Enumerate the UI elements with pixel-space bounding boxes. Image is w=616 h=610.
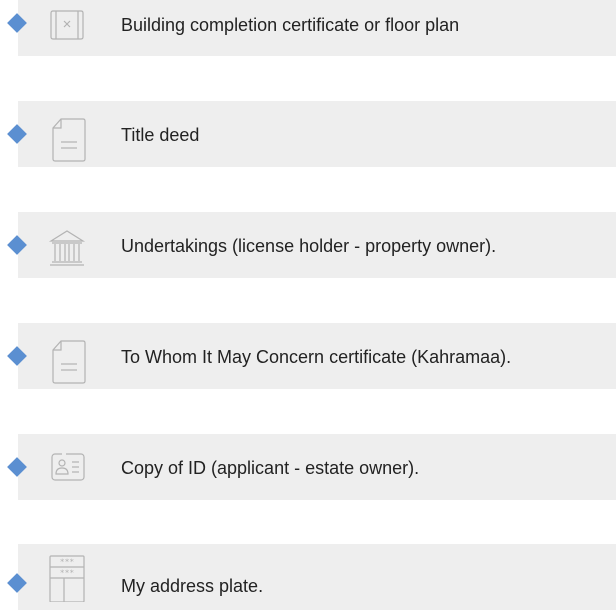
document-icon <box>47 118 87 162</box>
list-item-to-whom-it-may-concern[interactable]: To Whom It May Concern certificate (Kahr… <box>7 323 616 389</box>
svg-text:***: *** <box>60 558 75 567</box>
document-label: Title deed <box>121 125 200 145</box>
list-item-title-deed[interactable]: Title deed <box>7 101 616 167</box>
required-documents-list: Building completion certificate or floor… <box>0 0 616 610</box>
bank-building-icon <box>47 229 87 269</box>
list-item-undertakings[interactable]: Undertakings (license holder - property … <box>7 212 616 278</box>
document-label: Undertakings (license holder - property … <box>121 236 497 256</box>
list-item-copy-of-id[interactable]: Copy of ID (applicant - estate owner). <box>7 434 616 500</box>
document-label: Copy of ID (applicant - estate owner). <box>121 458 420 478</box>
address-plate-icon: *** *** <box>47 554 87 602</box>
id-card-icon <box>47 451 87 491</box>
list-item-address-plate[interactable]: *** *** My address plate. <box>7 544 616 610</box>
list-item-building-completion[interactable]: Building completion certificate or floor… <box>7 0 616 56</box>
document-label: Building completion certificate or floor… <box>121 15 460 35</box>
bullet-diamond-icon <box>7 573 27 593</box>
bullet-diamond-icon <box>7 235 27 255</box>
document-label: My address plate. <box>121 576 264 596</box>
bullet-diamond-icon <box>7 457 27 477</box>
document-label: To Whom It May Concern certificate (Kahr… <box>121 347 512 367</box>
svg-text:***: *** <box>60 569 75 578</box>
document-icon <box>47 340 87 384</box>
bullet-diamond-icon <box>7 124 27 144</box>
bullet-diamond-icon <box>7 13 27 33</box>
floor-plan-icon <box>47 10 87 50</box>
bullet-diamond-icon <box>7 346 27 366</box>
